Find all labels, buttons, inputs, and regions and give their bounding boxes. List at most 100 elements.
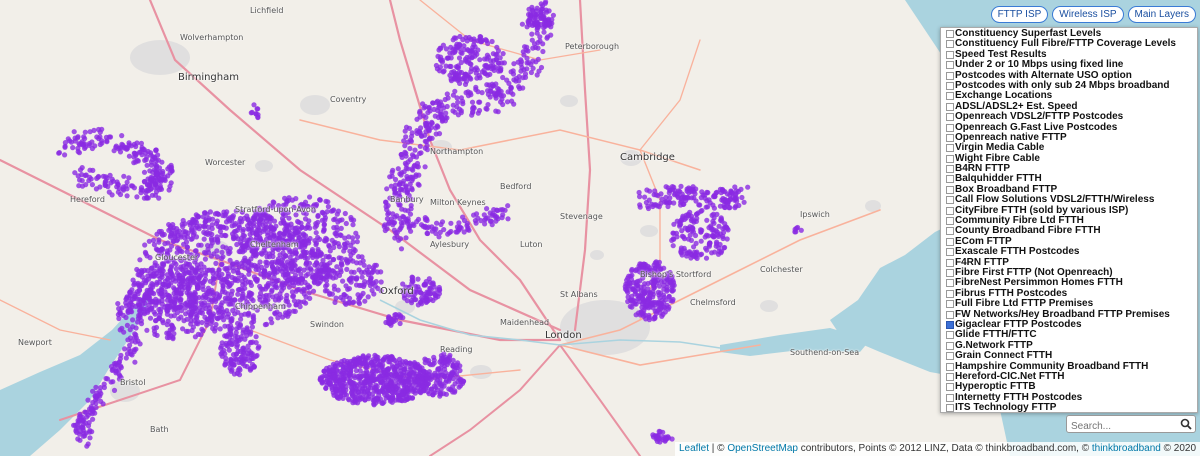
wireless-isp-button[interactable]: Wireless ISP (1052, 6, 1124, 23)
coverage-point (464, 223, 470, 229)
osm-link[interactable]: OpenStreetMap (727, 443, 798, 454)
layer-checkbox[interactable] (946, 237, 954, 246)
layer-checkbox[interactable] (946, 362, 954, 371)
coverage-point (117, 356, 123, 362)
coverage-point (87, 129, 93, 135)
layer-checkbox[interactable] (946, 383, 954, 392)
layer-checkbox[interactable] (946, 50, 954, 59)
layer-checkbox[interactable] (946, 341, 954, 350)
coverage-point (258, 216, 264, 222)
coverage-point (505, 216, 511, 222)
coverage-point (397, 314, 404, 320)
coverage-point (127, 327, 133, 333)
coverage-point (90, 416, 96, 422)
coverage-point (238, 286, 244, 292)
layer-checkbox[interactable] (946, 227, 954, 236)
coverage-point (168, 270, 174, 276)
coverage-point (402, 143, 408, 149)
coverage-point (440, 69, 446, 75)
layer-checkbox[interactable] (946, 279, 954, 288)
layer-checkbox[interactable] (946, 320, 954, 329)
layer-checkbox[interactable] (946, 165, 954, 174)
coverage-point (92, 410, 98, 416)
layer-checkbox[interactable] (946, 300, 954, 309)
coverage-point (245, 217, 251, 223)
layer-checkbox[interactable] (946, 113, 954, 122)
coverage-point (325, 204, 331, 210)
coverage-point (340, 297, 346, 303)
layer-checkbox[interactable] (946, 81, 954, 90)
coverage-point (154, 247, 160, 253)
fttp-isp-button[interactable]: FTTP ISP (990, 6, 1049, 23)
coverage-point (180, 326, 186, 332)
coverage-point (408, 228, 414, 234)
layer-checkbox[interactable] (946, 61, 954, 70)
layer-checkbox[interactable] (946, 206, 954, 215)
coverage-point (403, 359, 409, 365)
coverage-point (303, 294, 309, 300)
coverage-point (149, 281, 155, 287)
layer-label: Constituency Superfast Levels (955, 28, 1102, 39)
coverage-point (248, 329, 254, 335)
layer-checkbox[interactable] (946, 404, 954, 412)
place-label: London (545, 330, 582, 341)
layer-checkbox[interactable] (946, 30, 954, 38)
layer-checkbox[interactable] (946, 310, 954, 319)
layer-checkbox[interactable] (946, 196, 954, 205)
coverage-point (333, 274, 339, 280)
coverage-point (425, 230, 431, 237)
layer-checkbox[interactable] (946, 217, 954, 226)
layer-checkbox[interactable] (946, 71, 954, 80)
coverage-point (671, 221, 677, 227)
place-label: Maidenhead (500, 318, 550, 327)
leaflet-link[interactable]: Leaflet (679, 443, 709, 454)
layer-checkbox[interactable] (946, 268, 954, 277)
layer-checkbox[interactable] (946, 289, 954, 298)
coverage-point (508, 69, 514, 75)
layer-label: Full Fibre Ltd FTTP Premises (955, 298, 1094, 310)
coverage-point (671, 200, 677, 206)
coverage-point (386, 359, 392, 365)
layer-checkbox[interactable] (946, 102, 954, 111)
layer-checkbox[interactable] (946, 258, 954, 267)
layer-checkbox[interactable] (946, 154, 954, 163)
main-layers-button[interactable]: Main Layers (1127, 6, 1196, 23)
layer-checkbox[interactable] (946, 123, 954, 132)
coverage-point (205, 302, 211, 308)
layer-checkbox[interactable] (946, 393, 954, 402)
coverage-point (268, 316, 274, 322)
coverage-point (698, 227, 704, 233)
coverage-point (402, 160, 408, 166)
coverage-point (647, 292, 653, 298)
coverage-point (279, 280, 286, 286)
coverage-point (720, 198, 727, 204)
layer-checkbox[interactable] (946, 372, 954, 381)
layer-checkbox[interactable] (946, 133, 954, 142)
coverage-point (106, 134, 112, 140)
layer-control-panel[interactable]: Constituency Superfast Levels Constituenc… (940, 27, 1198, 413)
layer-checkbox[interactable] (946, 185, 954, 194)
layer-checkbox[interactable] (946, 92, 954, 101)
search-input[interactable] (1067, 418, 1185, 435)
coverage-point (133, 346, 139, 352)
coverage-point (396, 237, 402, 243)
layer-checkbox[interactable] (946, 248, 954, 257)
coverage-point (221, 317, 227, 323)
coverage-point (97, 184, 103, 190)
coverage-point (235, 227, 241, 233)
thinkbroadband-link[interactable]: thinkbroadband (1092, 443, 1161, 454)
layer-label: Exchange Locations (955, 90, 1053, 102)
coverage-point (496, 68, 502, 74)
coverage-point (354, 234, 361, 240)
coverage-point (392, 312, 398, 318)
place-label: Bishop's Stortford (640, 270, 712, 279)
layer-checkbox[interactable] (946, 144, 954, 153)
coverage-point (665, 203, 671, 210)
layer-checkbox[interactable] (946, 40, 954, 49)
coverage-point (208, 235, 214, 242)
coverage-point (329, 367, 335, 373)
layer-checkbox[interactable] (946, 331, 954, 340)
layer-checkbox[interactable] (946, 175, 954, 184)
layer-checkbox[interactable] (946, 352, 954, 361)
search-icon[interactable] (1180, 418, 1192, 430)
